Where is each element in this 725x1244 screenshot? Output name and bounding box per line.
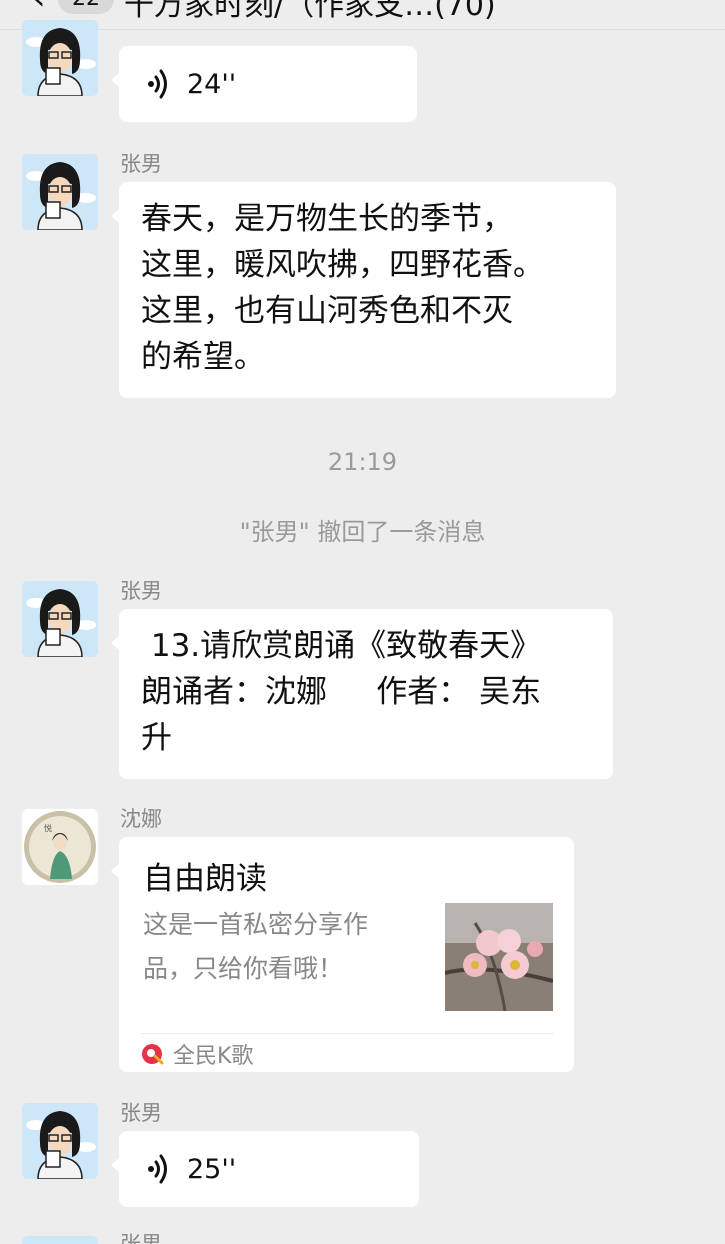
source-app-name: 全民K歌 — [173, 1044, 254, 1069]
message-text-line: 朗诵者：沈娜 作者： 吴东 — [141, 674, 542, 710]
voice-wave-icon — [148, 69, 167, 99]
avatar-zhangnan[interactable] — [22, 154, 98, 230]
avatar-zhangnan[interactable] — [22, 20, 98, 96]
message-text-line: 升 — [141, 720, 172, 756]
chat-header: ‹ 22 千万家时刻/（作家支…(70) — [0, 0, 725, 30]
svg-text:悦: 悦 — [44, 823, 52, 833]
avatar-zhangnan[interactable] — [22, 581, 98, 657]
sender-name: 张男 — [120, 152, 162, 176]
sender-name: 张男 — [120, 1232, 162, 1244]
sender-name: 沈娜 — [120, 807, 162, 831]
sender-name: 张男 — [120, 579, 162, 603]
message-text-line: 这里，也有山河秀色和不灭 — [141, 293, 513, 329]
avatar-zhangnan[interactable] — [22, 1103, 98, 1179]
message-text-line: 的希望。 — [141, 339, 265, 375]
voice-wave-icon — [148, 1154, 167, 1184]
share-card[interactable]: 自由朗读 这是一首私密分享作 品，只给你看哦！ 全民K歌 — [111, 837, 574, 1072]
chat-title: 千万家时刻/（作家支…(70) — [124, 0, 496, 23]
sender-name: 张男 — [120, 1101, 162, 1125]
message-timestamp: 21:19 — [327, 448, 398, 476]
message-text-line: 这里，暖风吹拂，四野花香。 — [141, 247, 544, 283]
message-text-line: 春天，是万物生长的季节， — [141, 201, 513, 237]
voice-duration: 24'' — [187, 68, 237, 100]
avatar-shenna[interactable]: 悦 — [22, 809, 98, 885]
unread-count-badge[interactable]: 22 — [58, 0, 114, 14]
recall-notice: "张男" 撤回了一条消息 — [239, 518, 486, 546]
message-text-line: 13.请欣赏朗诵《致敬春天》 — [141, 628, 542, 664]
card-description: 这是一首私密分享作 品，只给你看哦！ — [143, 910, 369, 983]
text-message-bubble[interactable]: 13.请欣赏朗诵《致敬春天》 朗诵者：沈娜 作者： 吴东 升 — [111, 609, 613, 779]
avatar-zhangnan[interactable] — [22, 1236, 98, 1244]
card-source[interactable]: 全民K歌 — [141, 1039, 253, 1069]
chevron-left-icon[interactable]: ‹ — [32, 0, 46, 18]
card-title: 自由朗读 — [143, 861, 267, 897]
voice-message-bubble[interactable]: 25'' — [111, 1131, 419, 1207]
card-thumbnail — [445, 903, 553, 1011]
kge-logo-icon — [142, 1044, 164, 1065]
voice-message-bubble[interactable]: 24'' — [111, 46, 417, 122]
voice-duration: 25'' — [187, 1153, 237, 1185]
card-divider — [141, 1033, 554, 1034]
text-message-bubble[interactable]: 春天，是万物生长的季节， 这里，暖风吹拂，四野花香。 这里，也有山河秀色和不灭 … — [111, 182, 616, 398]
